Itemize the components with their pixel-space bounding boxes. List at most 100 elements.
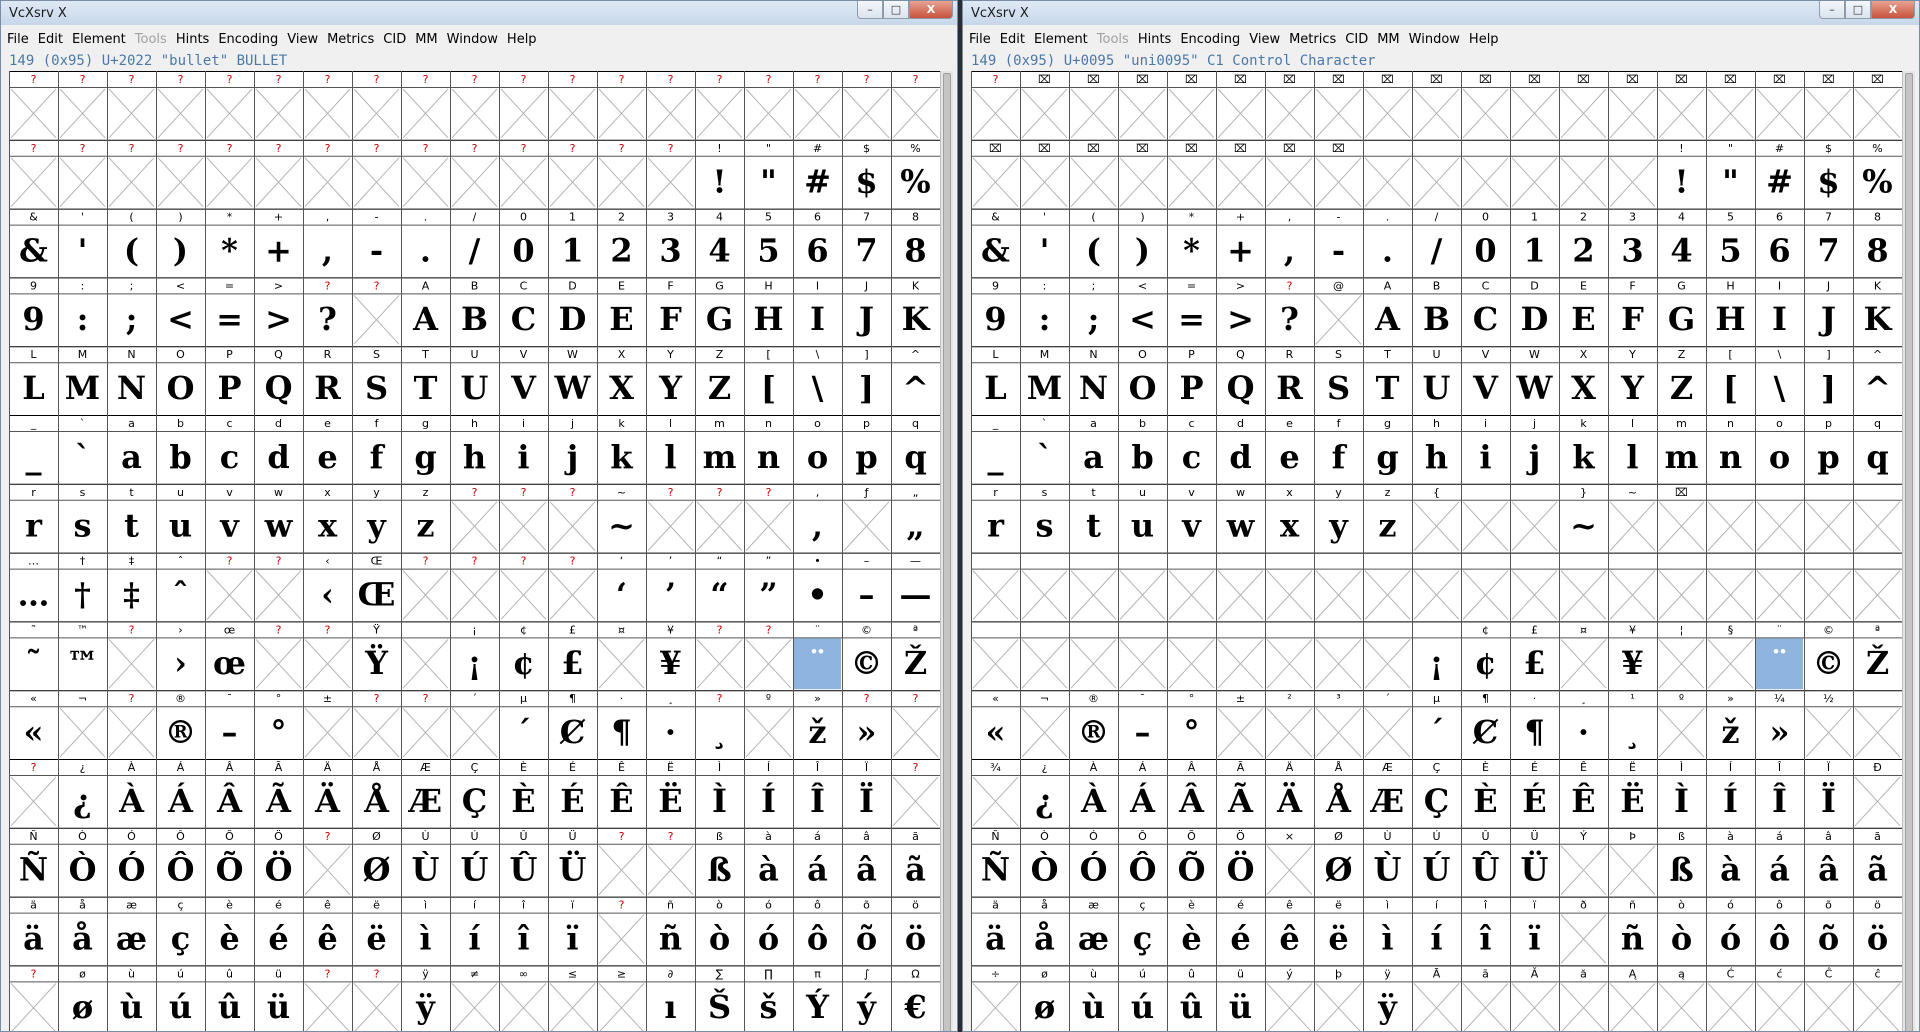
glyph-label: o	[814, 417, 821, 430]
menu-mm[interactable]: MM	[415, 32, 437, 47]
glyph-preview: ô	[807, 919, 828, 957]
menu-metrics[interactable]: Metrics	[327, 32, 374, 47]
glyph-label: ¥	[1629, 623, 1636, 636]
glyph-label: x	[324, 486, 331, 499]
minimize-button[interactable]: –	[1819, 1, 1845, 19]
menu-window[interactable]: Window	[1409, 32, 1460, 47]
glyph-label: V	[1482, 348, 1490, 361]
glyph-label: P	[1188, 348, 1195, 361]
title-bar[interactable]: VcXsrv X – □ X	[1, 1, 957, 25]
maximize-button[interactable]: □	[883, 1, 909, 19]
glyph-label: k	[1580, 417, 1587, 430]
glyph-label: ý	[1286, 967, 1293, 980]
glyph-preview: Ï	[859, 782, 874, 820]
minimize-button[interactable]: –	[857, 1, 883, 19]
glyph-label: 8	[912, 211, 919, 224]
glyph-label: ·	[1533, 692, 1537, 705]
glyph-preview: ã	[905, 851, 926, 889]
glyph-preview: ^	[902, 369, 929, 407]
glyph-label: ?	[668, 486, 674, 499]
menu-metrics[interactable]: Metrics	[1289, 32, 1336, 47]
glyph-label: ?	[521, 486, 527, 499]
glyph-cell[interactable]: ¡	[1429, 644, 1443, 682]
glyph-label: û	[226, 967, 233, 980]
menu-element[interactable]: Element	[1034, 32, 1088, 47]
glyph-preview: ,	[1284, 231, 1295, 269]
glyph-label: ò	[1678, 899, 1685, 912]
menu-mm[interactable]: MM	[1377, 32, 1399, 47]
menu-encoding[interactable]: Encoding	[218, 32, 278, 47]
glyph-label: ¥	[667, 623, 674, 636]
menu-encoding[interactable]: Encoding	[1180, 32, 1240, 47]
glyph-preview: Í	[761, 782, 776, 820]
glyph-label: <	[176, 279, 185, 292]
glyph-label: y	[1335, 486, 1342, 499]
glyph-preview: –	[859, 575, 875, 613]
glyph-label: =	[225, 279, 234, 292]
glyph-label: 2	[1580, 211, 1587, 224]
menu-help[interactable]: Help	[507, 32, 537, 47]
glyph-label: ?	[325, 73, 331, 86]
glyph-label: Û	[519, 830, 527, 843]
glyph-label: ä	[992, 899, 999, 912]
menu-tools[interactable]: Tools	[1097, 32, 1129, 47]
vertical-scrollbar[interactable]	[940, 71, 953, 1031]
glyph-label: M	[78, 348, 88, 361]
maximize-button[interactable]: □	[1845, 1, 1871, 19]
glyph-preview: !	[712, 163, 726, 201]
glyph-preview: š	[759, 988, 777, 1026]
glyph-label: ?	[374, 967, 380, 980]
scrollbar-thumb[interactable]	[943, 73, 951, 1031]
glyph-preview: #	[804, 163, 831, 201]
glyph-label: ˜	[31, 623, 37, 636]
glyph-preview: ™	[67, 644, 99, 682]
glyph-preview: £	[1523, 644, 1545, 682]
glyph-label: ‘	[620, 555, 624, 568]
menu-file[interactable]: File	[7, 32, 29, 47]
glyph-preview: É	[560, 782, 584, 820]
menu-edit[interactable]: Edit	[38, 32, 63, 47]
glyph-label: ¼	[1774, 692, 1785, 705]
menu-view[interactable]: View	[287, 32, 318, 47]
menu-cid[interactable]: CID	[1345, 32, 1368, 47]
glyph-label: ∞	[519, 967, 528, 980]
glyph-preview: Ø	[363, 851, 391, 889]
menu-view[interactable]: View	[1249, 32, 1280, 47]
glyph-label: &	[29, 211, 38, 224]
glyph-label: /	[473, 211, 477, 224]
glyph-label: ă	[1580, 967, 1587, 980]
glyph-preview: s	[1035, 507, 1053, 545]
glyph-preview: †	[74, 575, 91, 613]
glyph-preview: Û	[1472, 851, 1500, 889]
close-button[interactable]: X	[909, 1, 953, 19]
glyph-label: ?	[374, 692, 380, 705]
glyph-preview: Õ	[1178, 851, 1206, 889]
glyph-label: ?	[129, 73, 135, 86]
menu-edit[interactable]: Edit	[1000, 32, 1025, 47]
glyph-label: j	[570, 417, 574, 430]
glyph-label: ≥	[617, 967, 626, 980]
menu-tools[interactable]: Tools	[135, 32, 167, 47]
scrollbar-thumb[interactable]	[1905, 73, 1913, 1031]
menu-hints[interactable]: Hints	[176, 32, 210, 47]
close-button[interactable]: X	[1871, 1, 1915, 19]
glyph-label: C	[520, 279, 528, 292]
menu-window[interactable]: Window	[447, 32, 498, 47]
title-bar[interactable]: VcXsrv X – □ X	[963, 1, 1919, 25]
menu-help[interactable]: Help	[1469, 32, 1499, 47]
menu-file[interactable]: File	[969, 32, 991, 47]
window-title: VcXsrv X	[971, 5, 1029, 21]
menu-element[interactable]: Element	[72, 32, 126, 47]
glyph-label: Ą	[1629, 967, 1637, 980]
glyph-label: ⌧	[1724, 73, 1737, 86]
glyph-preview: -	[1332, 231, 1345, 269]
menu-hints[interactable]: Hints	[1138, 32, 1172, 47]
glyph-label: m	[714, 417, 725, 430]
glyph-label: ?	[276, 73, 282, 86]
glyph-label: ?	[717, 486, 723, 499]
vertical-scrollbar[interactable]	[1902, 71, 1915, 1031]
glyph-label: ?	[913, 692, 919, 705]
glyph-preview: b	[169, 438, 191, 476]
menu-cid[interactable]: CID	[383, 32, 406, 47]
glyph-label: 6	[814, 211, 821, 224]
